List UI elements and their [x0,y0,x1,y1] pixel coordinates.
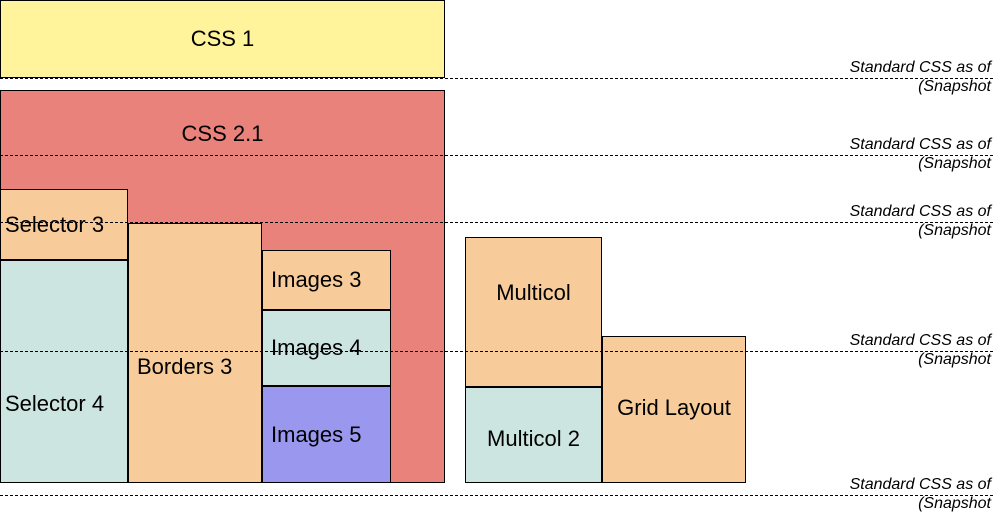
block-multicol: Multicol [465,237,602,387]
dashline-3 [0,222,993,223]
block-selector3: Selector 3 [0,189,128,260]
label-multicol: Multicol [496,280,571,306]
annotation-3-line1: Standard CSS as of [850,203,991,220]
annotation-2-line2: (Snapshot [850,154,991,173]
annotation-4: Standard CSS as of (Snapshot [850,331,993,369]
annotation-4-line1: Standard CSS as of [850,332,991,349]
label-gridlayout: Grid Layout [617,395,731,421]
annotation-5: Standard CSS as of (Snapshot [850,475,993,513]
block-gridlayout: Grid Layout [602,336,746,483]
annotation-3: Standard CSS as of (Snapshot [850,202,993,240]
label-borders3: Borders 3 [137,354,232,380]
block-selector4: Selector 4 [0,260,128,483]
dashline-1 [0,78,993,79]
annotation-5-line1: Standard CSS as of [850,476,991,493]
dashline-2 [0,155,993,156]
label-images3: Images 3 [271,267,362,293]
dashline-4 [0,351,993,352]
label-selector3: Selector 3 [5,212,104,238]
annotation-1-line1: Standard CSS as of [850,59,991,76]
annotation-2-line1: Standard CSS as of [850,136,991,153]
block-css1: CSS 1 [0,0,445,78]
label-selector4: Selector 4 [5,391,104,417]
label-css1: CSS 1 [191,26,255,52]
annotation-1: Standard CSS as of (Snapshot [850,58,993,96]
label-images4: Images 4 [271,335,362,361]
block-images3: Images 3 [262,250,391,310]
block-borders3: Borders 3 [128,223,262,483]
label-images5: Images 5 [271,422,362,448]
annotation-4-line2: (Snapshot [850,350,991,369]
label-multicol2: Multicol 2 [487,426,580,452]
block-images5: Images 5 [262,386,391,483]
annotation-3-line2: (Snapshot [850,221,991,240]
label-css21: CSS 2.1 [182,121,264,147]
annotation-1-line2: (Snapshot [850,77,991,96]
block-multicol2: Multicol 2 [465,387,602,483]
annotation-5-line2: (Snapshot [850,494,991,513]
dashline-5 [0,495,993,496]
block-images4: Images 4 [262,310,391,386]
annotation-2: Standard CSS as of (Snapshot [850,135,993,173]
